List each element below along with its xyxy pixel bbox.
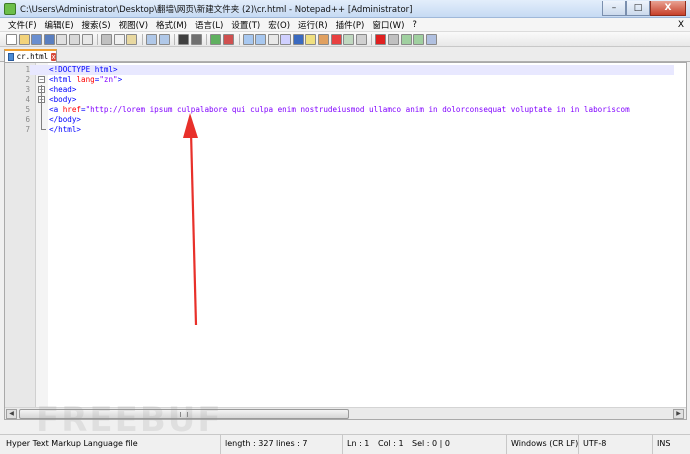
status-language: Hyper Text Markup Language file — [6, 439, 138, 448]
status-sel: Sel : 0 | 0 — [412, 439, 450, 448]
status-bar: Hyper Text Markup Language file length :… — [0, 434, 690, 454]
status-lines: lines : 7 — [276, 439, 308, 448]
status-col: Col : 1 — [378, 439, 404, 448]
arrow-head — [183, 113, 198, 138]
status-encoding: UTF-8 — [578, 435, 652, 454]
annotation-arrow — [183, 113, 198, 326]
status-mode: INS — [652, 435, 688, 454]
arrow-shaft — [189, 131, 198, 326]
status-ln: Ln : 1 — [342, 435, 374, 454]
status-length: length : 327 — [220, 435, 274, 454]
status-eol: Windows (CR LF) — [506, 435, 578, 454]
